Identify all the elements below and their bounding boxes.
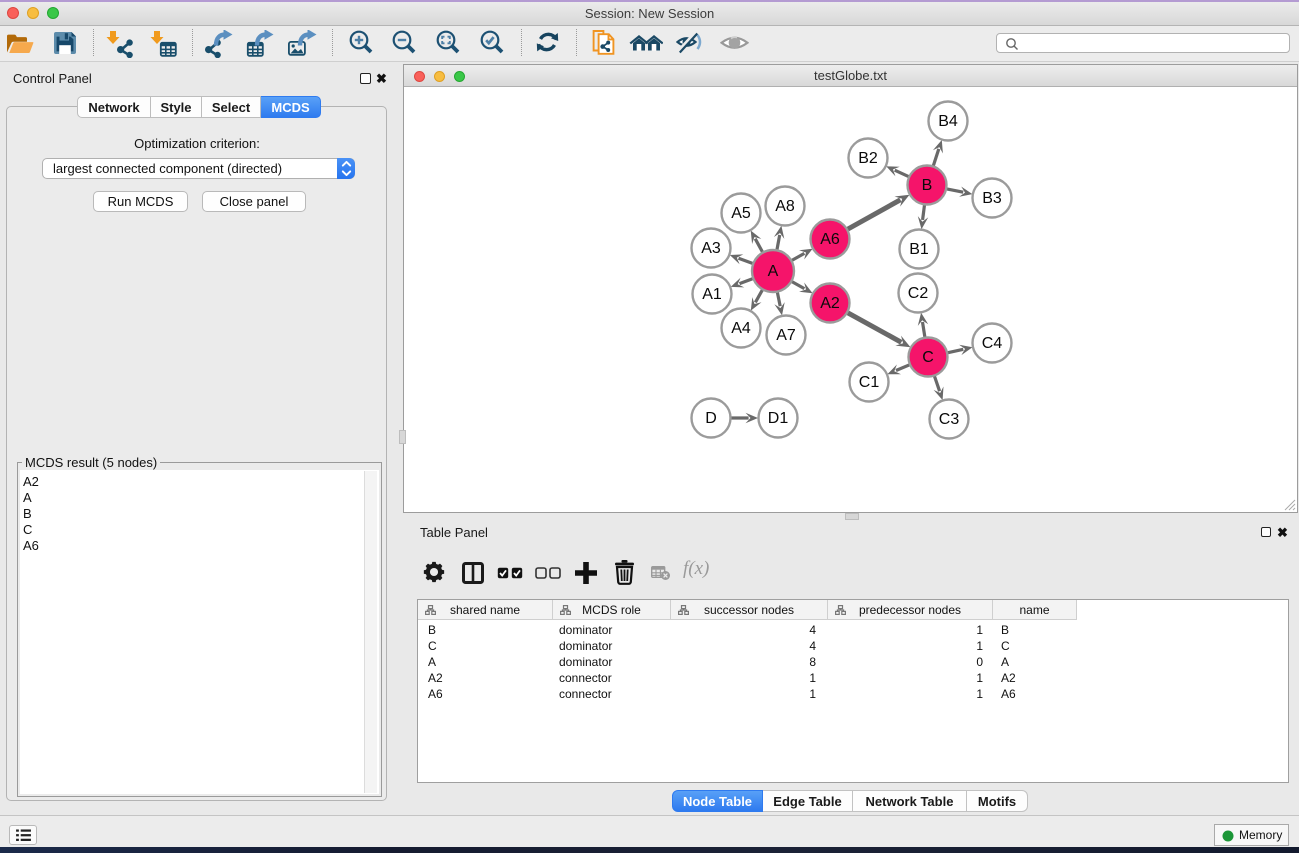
svg-text:B4: B4 [938, 113, 958, 130]
svg-text:D1: D1 [768, 410, 789, 427]
svg-text:D: D [705, 410, 717, 427]
svg-text:B2: B2 [858, 150, 878, 167]
svg-text:C: C [922, 349, 934, 366]
svg-text:B1: B1 [909, 241, 929, 258]
svg-text:B: B [922, 177, 933, 194]
svg-text:A2: A2 [820, 295, 840, 312]
svg-text:C4: C4 [982, 335, 1003, 352]
svg-text:C1: C1 [859, 374, 880, 391]
svg-text:C2: C2 [908, 285, 929, 302]
svg-text:A: A [768, 263, 779, 280]
svg-text:C3: C3 [939, 411, 960, 428]
svg-text:A4: A4 [731, 320, 751, 337]
svg-text:B3: B3 [982, 190, 1002, 207]
svg-text:A5: A5 [731, 205, 751, 222]
svg-text:A3: A3 [701, 240, 721, 257]
svg-text:A8: A8 [775, 198, 795, 215]
svg-text:A7: A7 [776, 327, 796, 344]
svg-text:A1: A1 [702, 286, 722, 303]
svg-text:A6: A6 [820, 231, 840, 248]
